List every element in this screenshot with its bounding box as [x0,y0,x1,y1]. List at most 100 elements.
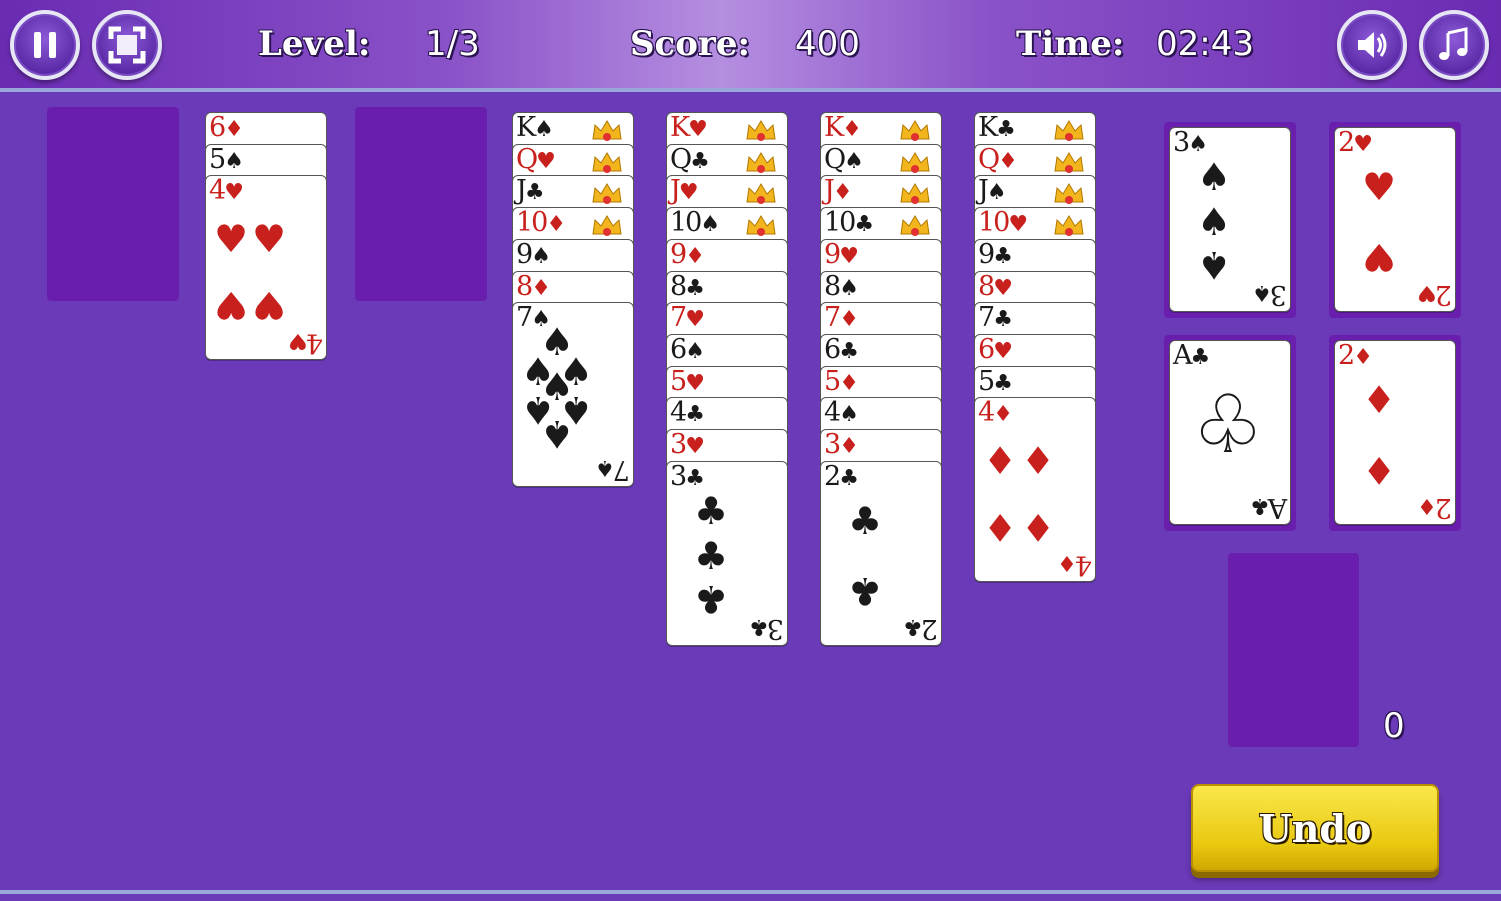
suit-pip-icon: ♦ [983,505,1018,550]
card-index-top: 5♣ [978,367,1013,399]
face-card-art [1049,180,1089,206]
card-index-top: Q♣ [670,145,710,177]
face-card-art [895,180,935,206]
card-index-top: 3♥ [670,430,705,462]
card-suit: ♣ [839,338,859,364]
card-index-top: 10♦ [516,208,566,240]
card-suit: ♠ [1252,280,1272,305]
card-suit: ♣ [685,402,705,428]
card-suit: ♣ [993,370,1013,396]
suit-pip-icon: ♠ [1197,155,1232,199]
card-suit: ♠ [531,243,551,269]
card-suit: ♠ [844,148,864,174]
card-rank: J [516,175,527,207]
tableau-card[interactable]: 4♥ ♥ ♥ ♥ ♥ 4♥ [205,175,327,361]
card-suit: ♦ [832,180,853,206]
card-index-top: 9♦ [670,240,705,272]
card-rank: 8 [516,270,533,302]
card-suit: ♣ [839,465,859,491]
card-rank: K [516,112,536,143]
pause-button[interactable] [10,10,80,80]
card-suit: ♥ [536,148,556,174]
card-rank: K [670,112,690,143]
card-rank: 9 [978,238,995,270]
card-index-top: J♠ [978,176,1007,208]
card-index-top: 8♣ [670,272,705,304]
card-rank: 7 [614,454,630,486]
card-index-bottom: 7♠ [595,452,630,486]
card-index-top: 9♥ [824,240,859,272]
free-cell-empty-2[interactable] [355,107,487,301]
score-value: 400 [795,24,860,64]
bottom-divider [0,890,1501,894]
card-rank: 3 [670,460,687,492]
face-card-art [1049,149,1089,175]
card-rank: 5 [824,365,841,397]
card-rank: 4 [670,397,687,429]
card-suit: ♣ [996,117,1016,142]
card-rank: 2 [824,460,841,492]
card-suit: ♥ [685,370,705,396]
card-rank: 4 [1076,549,1092,581]
card-suit: ♥ [288,328,308,354]
suit-pip-icon: ♥ [214,217,249,262]
card-index-top: 2♦ [1338,341,1373,373]
foundation-card[interactable]: 2♥ ♥ ♥ 2♥ [1334,127,1456,312]
free-cell-empty-1[interactable] [47,107,179,301]
sound-button[interactable] [1337,10,1407,80]
suit-pip-icon: ♥ [252,283,287,328]
undo-button[interactable]: Undo [1191,784,1439,872]
card-index-top: Q♠ [824,145,864,177]
top-bar: Level: 1/3 Score: 400 Time: 02:43 [0,0,1501,92]
card-index-top: 5♠ [209,145,244,177]
card-rank: K [978,112,998,143]
card-rank: 3 [1173,127,1190,158]
card-suit: ♠ [1188,132,1208,157]
face-card-art [587,117,627,143]
card-rank: Q [670,143,692,175]
card-suit: ♥ [688,117,708,142]
card-rank: 3 [1271,279,1287,310]
card-index-top: 10♥ [978,208,1028,240]
card-index-bottom: 3♠ [1252,277,1287,310]
face-card-art [1049,212,1089,238]
face-card-art [895,117,935,143]
pause-icon [34,32,56,58]
card-rank: 3 [768,612,784,644]
card-suit: ♥ [224,180,244,206]
card-index-top: 10♠ [670,208,720,240]
time-value: 02:43 [1156,24,1254,64]
tableau-card[interactable]: 7♠ ♠ ♠ ♠ ♠ ♠ ♠ ♠ 7♠ [512,302,634,488]
card-rank: 3 [824,429,841,460]
card-rank: 8 [824,270,841,302]
card-suit: ♣ [1249,493,1270,518]
card-suit: ♦ [685,243,705,269]
card-rank: 9 [824,238,841,270]
card-rank: K [824,112,844,143]
foundation-card[interactable]: A♣ ♧ A♣ [1169,340,1291,525]
foundation-card[interactable]: 2♦ ♦ ♦ 2♦ [1334,340,1456,525]
card-index-top: 8♥ [978,272,1013,304]
face-card-art [1049,117,1089,143]
card-index-top: K♥ [670,113,708,145]
tableau-card[interactable]: 3♣ ♣ ♣ ♣ 3♣ [666,460,788,646]
tableau-card[interactable]: 2♣ ♣ ♣ 2♣ [820,460,942,646]
face-card-art [741,117,781,143]
tableau-card[interactable]: 4♦ ♦ ♦ ♦ ♦ 4♦ [974,397,1096,583]
card-suit: ♦ [842,117,862,142]
fullscreen-button[interactable] [92,10,162,80]
card-index-top: 8♦ [516,272,551,304]
suit-pip-icon: ♣ [848,498,883,543]
card-rank: 9 [670,238,687,270]
stock-pile-empty[interactable] [1228,553,1359,747]
foundation-card[interactable]: 3♠ ♠ ♠ ♠ 3♠ [1169,127,1291,312]
music-button[interactable] [1419,10,1489,80]
card-rank: 9 [516,238,533,270]
card-index-top: Q♥ [516,145,556,177]
face-card-art [587,180,627,206]
card-rank: 2 [1436,279,1452,310]
card-suit: ♥ [839,243,859,269]
card-suit: ♦ [1353,345,1373,370]
card-index-top: 4♠ [824,398,859,430]
card-index-top: 8♠ [824,272,859,304]
